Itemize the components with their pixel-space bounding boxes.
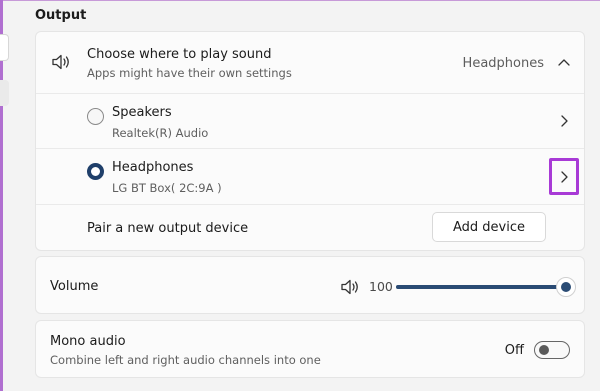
sidebar-item-edge[interactable] [0, 80, 9, 106]
radio-headphones[interactable] [87, 163, 104, 180]
device-name: Speakers [112, 105, 172, 120]
sidebar-search-edge[interactable] [0, 34, 9, 61]
mono-audio-card: Mono audio Combine left and right audio … [35, 320, 585, 378]
output-card: Choose where to play sound Apps might ha… [35, 31, 585, 251]
volume-speaker-icon[interactable] [340, 278, 362, 296]
chevron-up-icon[interactable] [558, 58, 570, 66]
device-detail: Realtek(R) Audio [112, 126, 209, 140]
section-title: Output [35, 8, 87, 23]
mono-audio-title: Mono audio [50, 334, 126, 349]
volume-label: Volume [50, 279, 99, 294]
device-row-speakers[interactable]: Speakers Realtek(R) Audio [36, 93, 584, 148]
volume-card: Volume 100 [35, 256, 585, 314]
pair-device-label: Pair a new output device [87, 221, 249, 236]
volume-slider-fill [396, 285, 566, 289]
mono-audio-subtitle: Combine left and right audio channels in… [50, 353, 321, 367]
volume-slider-thumb[interactable] [556, 277, 576, 297]
choose-output-title: Choose where to play sound [87, 47, 272, 62]
device-detail: LG BT Box( 2C:9A ) [112, 181, 222, 195]
toggle-knob [539, 345, 549, 355]
mono-toggle-state: Off [504, 343, 524, 358]
volume-slider[interactable] [396, 277, 576, 297]
mono-audio-toggle[interactable] [534, 341, 570, 359]
device-name: Headphones [112, 160, 194, 175]
pair-device-row: Pair a new output device Add device [36, 204, 584, 250]
chevron-right-icon[interactable] [560, 171, 568, 183]
choose-output-subtitle: Apps might have their own settings [87, 66, 292, 80]
radio-speakers[interactable] [87, 108, 104, 125]
volume-value: 100 [369, 279, 393, 294]
current-output-device: Headphones [462, 56, 544, 71]
speaker-icon [51, 53, 73, 71]
window-frame-top [0, 0, 600, 1]
chevron-right-icon[interactable] [560, 115, 568, 127]
choose-output-row[interactable]: Choose where to play sound Apps might ha… [36, 32, 584, 93]
add-device-button[interactable]: Add device [432, 212, 546, 242]
device-row-headphones[interactable]: Headphones LG BT Box( 2C:9A ) [36, 148, 584, 204]
volume-thumb-dot [561, 282, 571, 292]
